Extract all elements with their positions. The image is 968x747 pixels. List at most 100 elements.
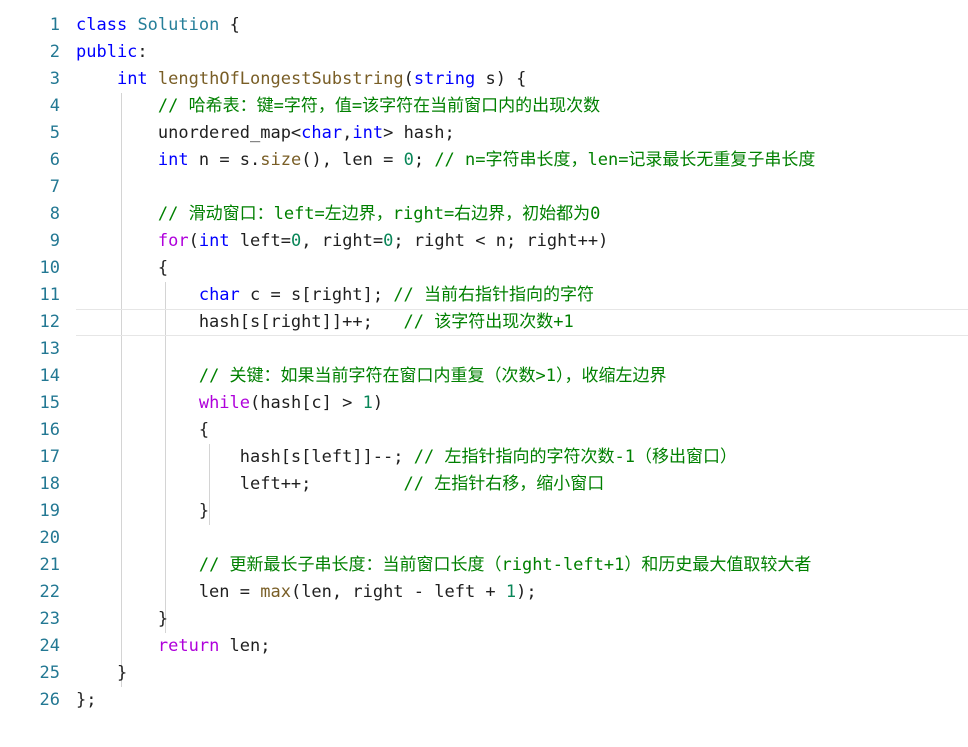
- code-token: size: [260, 150, 302, 170]
- code-line[interactable]: 5 unordered_map<char,int> hash;: [0, 120, 968, 147]
- code-line[interactable]: 8 // 滑动窗口：left=左边界，right=右边界，初始都为0: [0, 201, 968, 228]
- code-line[interactable]: 1 class Solution {: [0, 12, 968, 39]
- code-line[interactable]: 11 char c = s[right]; // 当前右指针指向的字符: [0, 282, 968, 309]
- code-token: int: [116, 69, 148, 89]
- code-token: int: [198, 231, 230, 251]
- code-token: :: [137, 42, 148, 62]
- line-code: // 滑动窗口：left=左边界，right=右边界，初始都为0: [76, 201, 601, 228]
- code-token: s) {: [475, 69, 527, 89]
- line-number: 3: [49, 69, 60, 89]
- code-token: c = s[right];: [239, 285, 394, 305]
- code-line[interactable]: 17 hash[s[left]]--; // 左指针指向的字符次数-1（移出窗口…: [0, 444, 968, 471]
- code-comment: // 该字符出现次数+1: [403, 312, 574, 332]
- code-line[interactable]: 4 // 哈希表：键=字符，值=该字符在当前窗口内的出现次数: [0, 93, 968, 120]
- line-number: 10: [39, 258, 60, 278]
- code-line[interactable]: 26};: [0, 687, 968, 714]
- line-code: len = max(len, right - left + 1);: [76, 579, 537, 606]
- code-token: (hash[c] >: [250, 393, 363, 413]
- code-comment: // 关键：如果当前字符在窗口内重复（次数>1），收缩左边界: [198, 366, 667, 386]
- code-token: class: [76, 15, 128, 35]
- line-number: 6: [49, 150, 60, 170]
- code-comment: // 左指针右移，缩小窗口: [403, 474, 605, 494]
- code-line[interactable]: 6 int n = s.size(), len = 0; // n=字符串长度，…: [0, 147, 968, 174]
- code-token: }: [76, 609, 169, 629]
- code-token: (), len =: [301, 150, 404, 170]
- code-line[interactable]: 10 {: [0, 255, 968, 282]
- line-code: }: [76, 498, 209, 525]
- code-token: > hash;: [383, 123, 455, 143]
- code-line[interactable]: 25 }: [0, 660, 968, 687]
- code-line[interactable]: 15 while(hash[c] > 1): [0, 390, 968, 417]
- code-line[interactable]: 20: [0, 525, 968, 552]
- line-code: int lengthOfLongestSubstring(string s) {: [76, 66, 526, 93]
- line-code: left++; // 左指针右移，缩小窗口: [76, 471, 604, 498]
- line-number: 22: [39, 582, 60, 602]
- code-line[interactable]: 7: [0, 174, 968, 201]
- line-number: 21: [39, 555, 60, 575]
- code-editor[interactable]: 1 class Solution {2 public: 3 int lengthOfL…: [0, 12, 968, 714]
- line-number: 2: [49, 42, 60, 62]
- code-token: ; right < n; right++): [393, 231, 609, 251]
- code-token: public: [76, 42, 138, 62]
- code-token: lengthOfLongestSubstring: [157, 69, 404, 89]
- code-comment: // 当前右指针指向的字符: [393, 285, 595, 305]
- code-token: hash[s[right]]++;: [76, 312, 404, 332]
- code-line[interactable]: 3 int lengthOfLongestSubstring(string s)…: [0, 66, 968, 93]
- code-token: ,: [342, 123, 353, 143]
- line-code: // 更新最长子串长度：当前窗口长度（right-left+1）和历史最大值取较…: [76, 552, 812, 579]
- line-number: 15: [39, 393, 60, 413]
- code-token: {: [76, 420, 210, 440]
- code-line[interactable]: 21 // 更新最长子串长度：当前窗口长度（right-left+1）和历史最大…: [0, 552, 968, 579]
- line-code: char c = s[right]; // 当前右指针指向的字符: [76, 282, 594, 309]
- line-number: 16: [39, 420, 60, 440]
- line-number: 25: [39, 663, 60, 683]
- code-line[interactable]: 23 }: [0, 606, 968, 633]
- code-token: , right=: [301, 231, 384, 251]
- code-line[interactable]: 12 hash[s[right]]++; // 该字符出现次数+1: [0, 309, 968, 336]
- code-token: int: [352, 123, 384, 143]
- code-line[interactable]: 9 for(int left=0, right=0; right < n; ri…: [0, 228, 968, 255]
- code-token: 1: [505, 582, 517, 602]
- line-code: public:: [76, 39, 148, 66]
- code-line[interactable]: 16 {: [0, 417, 968, 444]
- line-code: for(int left=0, right=0; right < n; righ…: [76, 228, 608, 255]
- code-line[interactable]: 18 left++; // 左指针右移，缩小窗口: [0, 471, 968, 498]
- code-token: };: [76, 690, 97, 710]
- line-number: 14: [39, 366, 60, 386]
- code-comment: // 滑动窗口：left=左边界，right=右边界，初始都为0: [157, 204, 601, 224]
- code-line[interactable]: 13: [0, 336, 968, 363]
- code-token: (: [403, 69, 414, 89]
- line-number: 18: [39, 474, 60, 494]
- code-line[interactable]: 19 }: [0, 498, 968, 525]
- code-token: char: [301, 123, 343, 143]
- code-comment: // 左指针指向的字符次数-1（移出窗口）: [413, 447, 737, 467]
- line-code: // 关键：如果当前字符在窗口内重复（次数>1），收缩左边界: [76, 363, 667, 390]
- code-line[interactable]: 24 return len;: [0, 633, 968, 660]
- code-token: left=: [229, 231, 291, 251]
- line-number: 17: [39, 447, 60, 467]
- code-token: }: [76, 663, 128, 683]
- code-token: {: [76, 258, 169, 278]
- code-token: (len, right - left +: [290, 582, 506, 602]
- code-token: len =: [76, 582, 261, 602]
- line-number: 4: [49, 96, 60, 116]
- code-line[interactable]: 2 public:: [0, 39, 968, 66]
- code-token: Solution: [137, 15, 220, 35]
- line-number: 20: [39, 528, 60, 548]
- code-line[interactable]: 14 // 关键：如果当前字符在窗口内重复（次数>1），收缩左边界: [0, 363, 968, 390]
- code-token: 1: [362, 393, 373, 413]
- line-number: 11: [39, 285, 60, 305]
- line-code: while(hash[c] > 1): [76, 390, 383, 417]
- code-token: ;: [413, 150, 435, 170]
- code-line[interactable]: 22 len = max(len, right - left + 1);: [0, 579, 968, 606]
- line-number: 24: [39, 636, 60, 656]
